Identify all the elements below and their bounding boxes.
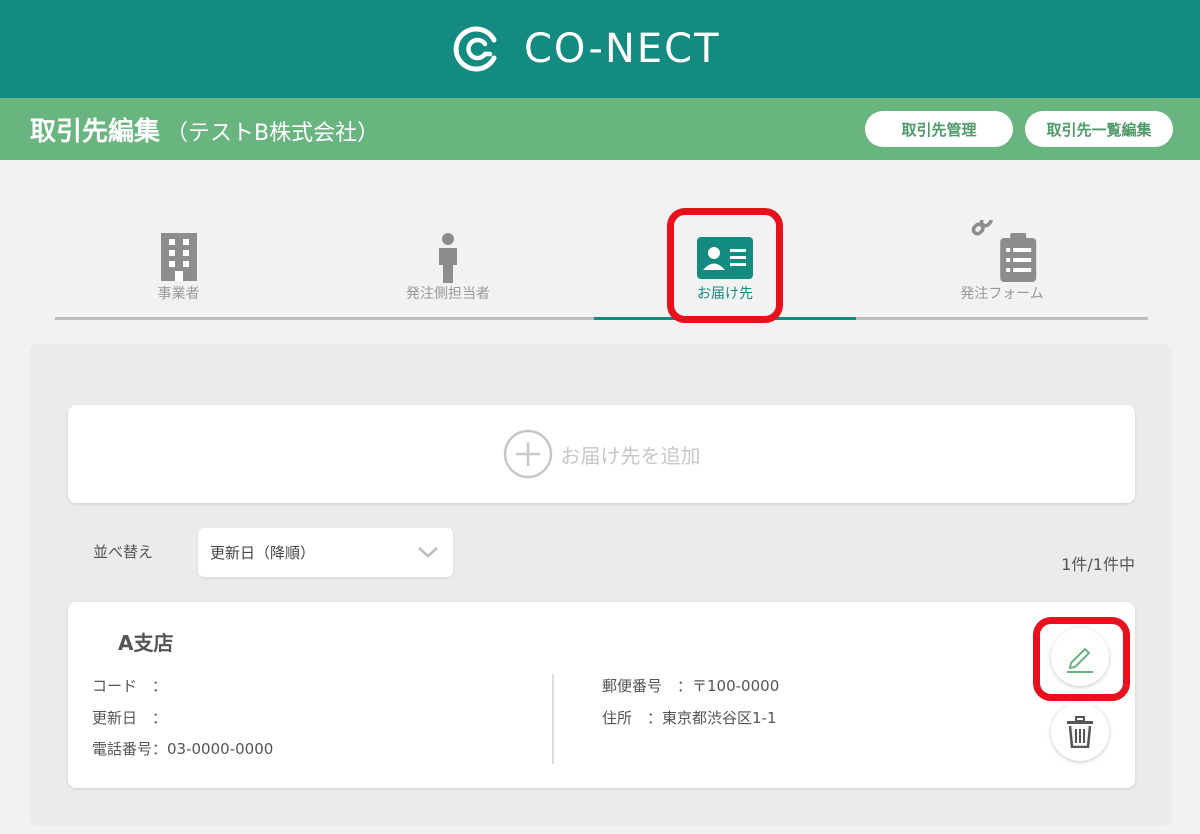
contact-card-icon (697, 237, 753, 279)
partner-management-button[interactable]: 取引先管理 (865, 111, 1013, 147)
destination-name: A支店 (118, 631, 174, 655)
add-destination-button[interactable]: お届け先を追加 (68, 405, 1135, 503)
partner-list-edit-button[interactable]: 取引先一覧編集 (1025, 111, 1173, 147)
pencil-icon (1067, 648, 1093, 673)
sort-select-value: 更新日（降順） (210, 544, 316, 562)
tab-underline (856, 317, 1148, 320)
trash-icon (1067, 716, 1093, 748)
address-value: 東京都渋谷区1-1 (662, 709, 777, 727)
updated-label: 更新日 ： (92, 709, 168, 727)
logo-text: CO-NECT (524, 26, 721, 72)
delete-button[interactable] (1051, 703, 1109, 761)
conect-logo-icon (453, 26, 497, 72)
postal-label: 郵便番号 ： (602, 677, 693, 695)
person-icon (439, 233, 457, 283)
clipboard-link-icon (971, 220, 1037, 282)
tab-order-form-label: 発注フォーム (960, 286, 1044, 302)
top-header-bar: CO-NECT (0, 0, 1200, 98)
tab-bar: 事業者 発注側担当者 お届け先 発注フォーム (55, 220, 1148, 320)
tab-order-form[interactable]: 発注フォーム (856, 220, 1148, 320)
address-label: 住所 ： (602, 709, 663, 727)
page-title: 取引先編集 （テストB株式会社） (30, 111, 379, 148)
tab-underline (302, 317, 594, 320)
phone-label: 電話番号： (92, 740, 168, 758)
tab-orderer-contact[interactable]: 発注側担当者 (302, 220, 594, 320)
code-field: コード ： (92, 675, 167, 696)
postal-value: 〒100-0000 (692, 677, 780, 695)
page-header-bar: 取引先編集 （テストB株式会社） 取引先管理 取引先一覧編集 (0, 98, 1200, 160)
tab-delivery-destination-label: お届け先 (697, 286, 753, 302)
chevron-down-icon (418, 547, 438, 558)
tab-orderer-contact-label: 発注側担当者 (406, 286, 490, 302)
building-icon (160, 233, 197, 281)
tab-underline-active (594, 317, 856, 320)
postal-field: 郵便番号 ：〒100-0000 (602, 675, 779, 696)
phone-field: 電話番号：03-0000-0000 (92, 738, 273, 759)
sort-label: 並べ替え (93, 543, 154, 561)
code-label: コード ： (92, 677, 168, 695)
sort-select[interactable]: 更新日（降順） (198, 528, 453, 577)
page-title-text: 取引先編集 (30, 117, 161, 147)
destination-card: A支店 コード ： 更新日 ： 電話番号：03-0000-0000 郵便番号 ：… (68, 602, 1135, 788)
card-divider (552, 674, 554, 764)
plus-circle-icon (503, 429, 552, 479)
tab-underline (55, 317, 302, 320)
page-subtitle: （テストB株式会社） (166, 121, 380, 146)
updated-field: 更新日 ： (92, 707, 167, 728)
result-count: 1件/1件中 (1061, 555, 1135, 574)
edit-button[interactable] (1051, 628, 1109, 686)
tab-business-label: 事業者 (157, 286, 200, 302)
address-field: 住所 ：東京都渋谷区1-1 (602, 707, 777, 728)
logo[interactable]: CO-NECT (452, 22, 721, 76)
phone-value: 03-0000-0000 (167, 740, 274, 758)
tab-business[interactable]: 事業者 (55, 220, 302, 320)
add-destination-label: お届け先を追加 (560, 443, 701, 468)
tab-delivery-destination[interactable]: お届け先 (594, 220, 856, 320)
